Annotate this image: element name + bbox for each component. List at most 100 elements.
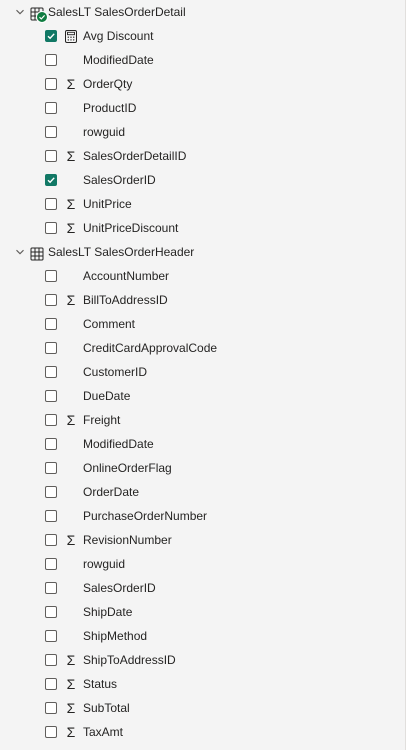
field-label: UnitPriceDiscount	[83, 221, 179, 235]
field-item[interactable]: OnlineOrderFlag	[0, 456, 405, 480]
field-item[interactable]: Σ OrderQty	[0, 72, 405, 96]
field-label: OnlineOrderFlag	[83, 461, 172, 475]
field-checkbox[interactable]	[45, 438, 57, 450]
field-checkbox[interactable]	[45, 318, 57, 330]
sigma-icon: Σ	[66, 196, 76, 212]
field-item[interactable]: ShipMethod	[0, 624, 405, 648]
field-checkbox[interactable]	[45, 126, 57, 138]
field-item[interactable]: Σ UnitPriceDiscount	[0, 216, 405, 240]
sigma-icon: Σ	[66, 412, 76, 428]
field-label: TaxAmt	[83, 725, 124, 739]
field-checkbox[interactable]	[45, 54, 57, 66]
field-checkbox[interactable]	[45, 198, 57, 210]
field-label: SubTotal	[83, 701, 130, 715]
field-checkbox[interactable]	[45, 342, 57, 354]
sigma-icon: Σ	[66, 148, 76, 164]
field-item[interactable]: SalesOrderID	[0, 576, 405, 600]
field-checkbox[interactable]	[45, 414, 57, 426]
sigma-icon: Σ	[66, 220, 76, 236]
field-checkbox[interactable]	[45, 270, 57, 282]
field-checkbox[interactable]	[45, 510, 57, 522]
selected-badge-icon	[36, 11, 48, 23]
sigma-icon: Σ	[66, 652, 76, 668]
field-item[interactable]: rowguid	[0, 120, 405, 144]
field-item[interactable]: ModifiedDate	[0, 432, 405, 456]
sigma-icon: Σ	[66, 724, 76, 740]
field-checkbox[interactable]	[45, 366, 57, 378]
field-item[interactable]: ModifiedDate	[0, 48, 405, 72]
field-checkbox[interactable]	[45, 102, 57, 114]
field-label: CustomerID	[83, 365, 148, 379]
field-item[interactable]: ProductID	[0, 96, 405, 120]
field-label: ModifiedDate	[83, 53, 154, 67]
field-item[interactable]: Avg Discount	[0, 24, 405, 48]
field-item[interactable]: SalesOrderID	[0, 168, 405, 192]
calculator-icon	[64, 24, 78, 48]
sigma-icon: Σ	[66, 676, 76, 692]
field-item[interactable]: CreditCardApprovalCode	[0, 336, 405, 360]
field-item[interactable]: Σ Freight	[0, 408, 405, 432]
field-checkbox[interactable]	[45, 222, 57, 234]
field-checkbox[interactable]	[45, 534, 57, 546]
field-checkbox[interactable]	[45, 606, 57, 618]
field-checkbox[interactable]	[45, 726, 57, 738]
field-label: PurchaseOrderNumber	[83, 509, 208, 523]
table-row[interactable]: SalesLT SalesOrderDetail	[0, 0, 405, 24]
field-label: rowguid	[83, 125, 126, 139]
sigma-icon: Σ	[66, 532, 76, 548]
table-name: SalesLT SalesOrderHeader	[48, 245, 195, 259]
field-checkbox[interactable]	[45, 630, 57, 642]
field-item[interactable]: Σ BillToAddressID	[0, 288, 405, 312]
field-checkbox[interactable]	[45, 150, 57, 162]
field-checkbox[interactable]	[45, 678, 57, 690]
field-checkbox[interactable]	[45, 390, 57, 402]
field-label: SalesOrderID	[83, 581, 156, 595]
field-item[interactable]: Σ UnitPrice	[0, 192, 405, 216]
field-item[interactable]: CustomerID	[0, 360, 405, 384]
field-label: Freight	[83, 413, 121, 427]
field-checkbox[interactable]	[45, 582, 57, 594]
field-label: Avg Discount	[83, 29, 154, 43]
field-checkbox[interactable]	[45, 486, 57, 498]
field-label: ShipDate	[83, 605, 133, 619]
field-label: CreditCardApprovalCode	[83, 341, 218, 355]
field-checkbox[interactable]	[45, 558, 57, 570]
field-checkbox[interactable]	[45, 30, 57, 42]
field-item[interactable]: Σ SalesOrderDetailID	[0, 144, 405, 168]
field-checkbox[interactable]	[45, 174, 57, 186]
field-label: OrderDate	[83, 485, 140, 499]
fields-tree: SalesLT SalesOrderDetail Avg Discount Modi…	[0, 0, 405, 744]
field-label: UnitPrice	[83, 197, 132, 211]
field-checkbox[interactable]	[45, 78, 57, 90]
sigma-icon: Σ	[66, 76, 76, 92]
field-item[interactable]: Comment	[0, 312, 405, 336]
field-item[interactable]: rowguid	[0, 552, 405, 576]
field-label: rowguid	[83, 557, 126, 571]
fields-pane: SalesLT SalesOrderDetail Avg Discount Modi…	[0, 0, 406, 750]
table-name: SalesLT SalesOrderDetail	[48, 5, 186, 19]
field-label: ShipMethod	[83, 629, 148, 643]
field-item[interactable]: AccountNumber	[0, 264, 405, 288]
field-item[interactable]: PurchaseOrderNumber	[0, 504, 405, 528]
table-row[interactable]: SalesLT SalesOrderHeader	[0, 240, 405, 264]
field-item[interactable]: Σ SubTotal	[0, 696, 405, 720]
field-item[interactable]: OrderDate	[0, 480, 405, 504]
field-label: Comment	[83, 317, 136, 331]
field-label: DueDate	[83, 389, 131, 403]
field-checkbox[interactable]	[45, 462, 57, 474]
chevron-down-icon[interactable]	[14, 0, 26, 24]
field-item[interactable]: Σ Status	[0, 672, 405, 696]
table-icon	[30, 245, 44, 261]
field-checkbox[interactable]	[45, 654, 57, 666]
field-label: ProductID	[83, 101, 137, 115]
field-item[interactable]: ShipDate	[0, 600, 405, 624]
chevron-down-icon[interactable]	[14, 240, 26, 264]
field-item[interactable]: DueDate	[0, 384, 405, 408]
field-item[interactable]: Σ ShipToAddressID	[0, 648, 405, 672]
field-item[interactable]: Σ RevisionNumber	[0, 528, 405, 552]
sigma-icon: Σ	[66, 292, 76, 308]
field-checkbox[interactable]	[45, 294, 57, 306]
field-label: Status	[83, 677, 118, 691]
field-checkbox[interactable]	[45, 702, 57, 714]
field-item[interactable]: Σ TaxAmt	[0, 720, 405, 744]
